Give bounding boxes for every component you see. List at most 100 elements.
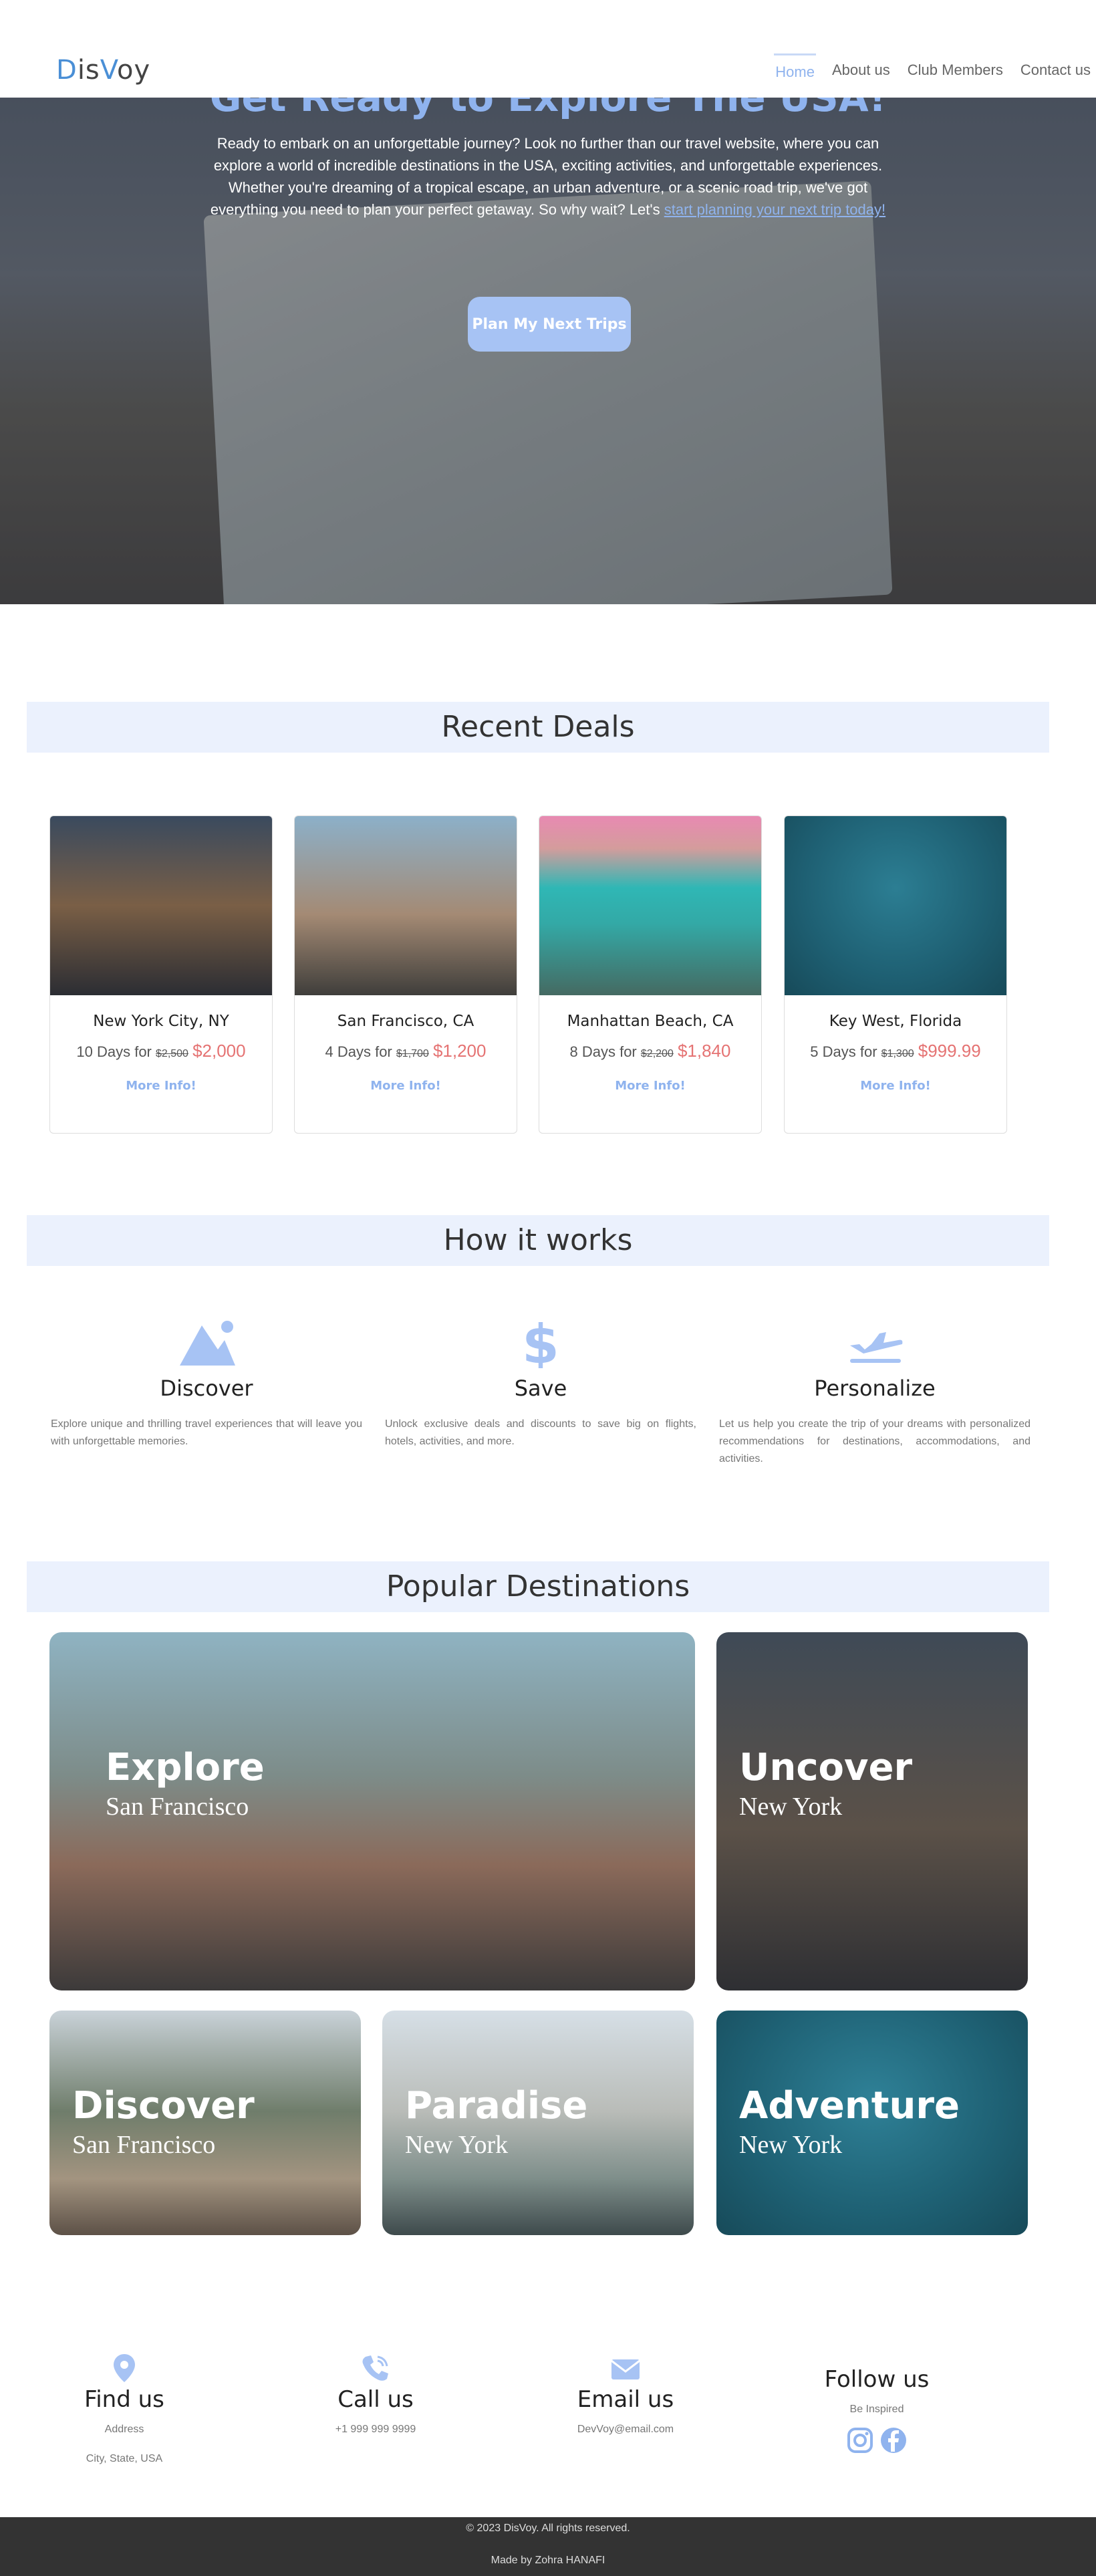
more-info-button[interactable]: More Info! [615,1079,686,1093]
footer-email[interactable]: DevVoy@email.com [545,2424,706,2436]
footer-heading: Find us [84,2386,164,2413]
footer-email-us: Email us DevVoy@email.com [545,2353,706,2436]
how-item-discover: Discover Explore unique and thrilling tr… [51,1317,362,1450]
destination-card[interactable]: Adventure New York [716,2011,1028,2235]
destination-card[interactable]: Discover San Francisco [49,2011,361,2235]
deal-title: Manhattan Beach, CA [567,1013,734,1030]
how-item-text: Let us help you create the trip of your … [719,1418,1031,1464]
deal-title: San Francisco, CA [337,1013,474,1030]
destination-city: New York [739,2131,843,2159]
destination-label: Discover San Francisco [72,2084,255,2160]
destination-city: San Francisco [72,2131,216,2159]
hero-text: Ready to embark on an unforgettable jour… [194,132,902,221]
main-menu: Home About us Club Members Contact us [774,53,1092,89]
deal-old-price: $1,300 [881,1048,914,1059]
instagram-icon[interactable] [846,2426,874,2454]
deal-card: Key West, Florida 5 Days for $1,300 $999… [784,815,1007,1134]
how-item-title: Personalize [814,1376,936,1401]
nav-contact-us[interactable]: Contact us [1019,53,1092,89]
more-info-button[interactable]: More Info! [860,1079,931,1093]
deal-image [295,816,517,995]
deal-old-price: $2,200 [640,1048,674,1059]
footer-heading: Email us [577,2386,674,2413]
footer-heading: Follow us [824,2366,930,2393]
deal-days: 4 Days for [325,1043,392,1060]
nav-home[interactable]: Home [774,53,816,89]
how-item-title: Discover [160,1376,253,1401]
deal-title: New York City, NY [93,1013,229,1030]
destination-city: New York [739,1793,843,1821]
footer-heading: Call us [337,2386,414,2413]
more-info-button[interactable]: More Info! [370,1079,441,1093]
how-item-personalize: Personalize Let us help you create the t… [719,1317,1031,1468]
deal-days: 5 Days for [810,1043,877,1060]
destination-title: Explore [106,1746,265,1789]
destination-card[interactable]: Paradise New York [382,2011,694,2235]
footer-call-us: Call us +1 999 999 9999 [295,2353,456,2436]
footer-address: Address [104,2424,144,2435]
nav-club-members[interactable]: Club Members [906,53,1004,89]
dollar-icon: $ [385,1317,696,1370]
footer-follow-us: Follow us Be Inspired [797,2366,957,2454]
deal-image [50,816,272,995]
airplane-icon [719,1317,1031,1370]
deal-title: Key West, Florida [829,1013,962,1030]
destination-city: New York [405,2131,509,2159]
more-info-button[interactable]: More Info! [126,1079,196,1093]
destination-title: Uncover [739,1746,913,1789]
hero-title: Get Ready to Explore The USA! [209,98,887,120]
deal-days: 10 Days for [76,1043,152,1060]
facebook-icon[interactable] [879,2426,908,2454]
logo-letter: V [100,55,118,86]
deal-image [785,816,1006,995]
deal-price: 4 Days for $1,700 $1,200 [295,1041,517,1061]
deal-days: 8 Days for [569,1043,637,1060]
logo-letter: D [56,55,78,86]
svg-text:$: $ [522,1319,559,1368]
hero-section: Get Ready to Explore The USA! Ready to e… [0,98,1096,604]
deal-new-price: $2,000 [192,1041,246,1061]
how-it-works-heading: How it works [27,1215,1049,1266]
deal-new-price: $1,200 [432,1041,487,1061]
footer-tagline: Be Inspired [849,2404,904,2415]
logo-letter: oy [117,55,151,86]
footer-city: City, State, USA [86,2453,163,2464]
footer-bar: © 2023 DisVoy. All rights reserved. Made… [0,2517,1096,2576]
site-logo[interactable]: DisVoy [56,55,150,86]
popular-destinations-heading: Popular Destinations [27,1561,1049,1612]
destination-label: Explore San Francisco [106,1746,265,1821]
how-item-title: Save [514,1376,567,1401]
how-item-text: Unlock exclusive deals and discounts to … [385,1418,696,1447]
phone-icon [362,2355,388,2381]
deal-image [539,816,761,995]
deal-new-price: $1,840 [677,1041,731,1061]
top-navbar: DisVoy Home About us Club Members Contac… [0,0,1096,98]
plan-trips-button[interactable]: Plan My Next Trips [468,297,631,352]
destination-city: San Francisco [106,1793,249,1821]
hero-link[interactable]: start planning your next trip today! [664,201,885,218]
footer-find-us: Find us Address City, State, USA [44,2353,204,2465]
deal-price: 10 Days for $2,500 $2,000 [50,1041,272,1061]
destination-title: Discover [72,2084,255,2128]
envelope-icon [611,2359,640,2379]
credit-text: Made by Zohra HANAFI [491,2555,605,2566]
how-item-text: Explore unique and thrilling travel expe… [51,1418,362,1447]
location-pin-icon [114,2354,135,2382]
destination-card[interactable]: Explore San Francisco [49,1632,695,1990]
destination-label: Adventure New York [739,2084,960,2160]
nav-about-us[interactable]: About us [831,53,892,89]
recent-deals-heading: Recent Deals [27,702,1049,753]
social-links [797,2426,957,2454]
destination-label: Paradise New York [405,2084,587,2160]
deal-old-price: $1,700 [396,1048,429,1059]
destination-label: Uncover New York [739,1746,912,1821]
destination-card[interactable]: Uncover New York [716,1632,1028,1990]
destination-title: Adventure [739,2084,960,2128]
deal-new-price: $999.99 [918,1041,981,1061]
footer-phone[interactable]: +1 999 999 9999 [295,2424,456,2436]
how-item-save: $ Save Unlock exclusive deals and discou… [385,1317,696,1450]
deal-card: Manhattan Beach, CA 8 Days for $2,200 $1… [539,815,762,1134]
deal-old-price: $2,500 [156,1048,188,1059]
deal-card: San Francisco, CA 4 Days for $1,700 $1,2… [294,815,517,1134]
deal-price: 8 Days for $2,200 $1,840 [539,1041,761,1061]
